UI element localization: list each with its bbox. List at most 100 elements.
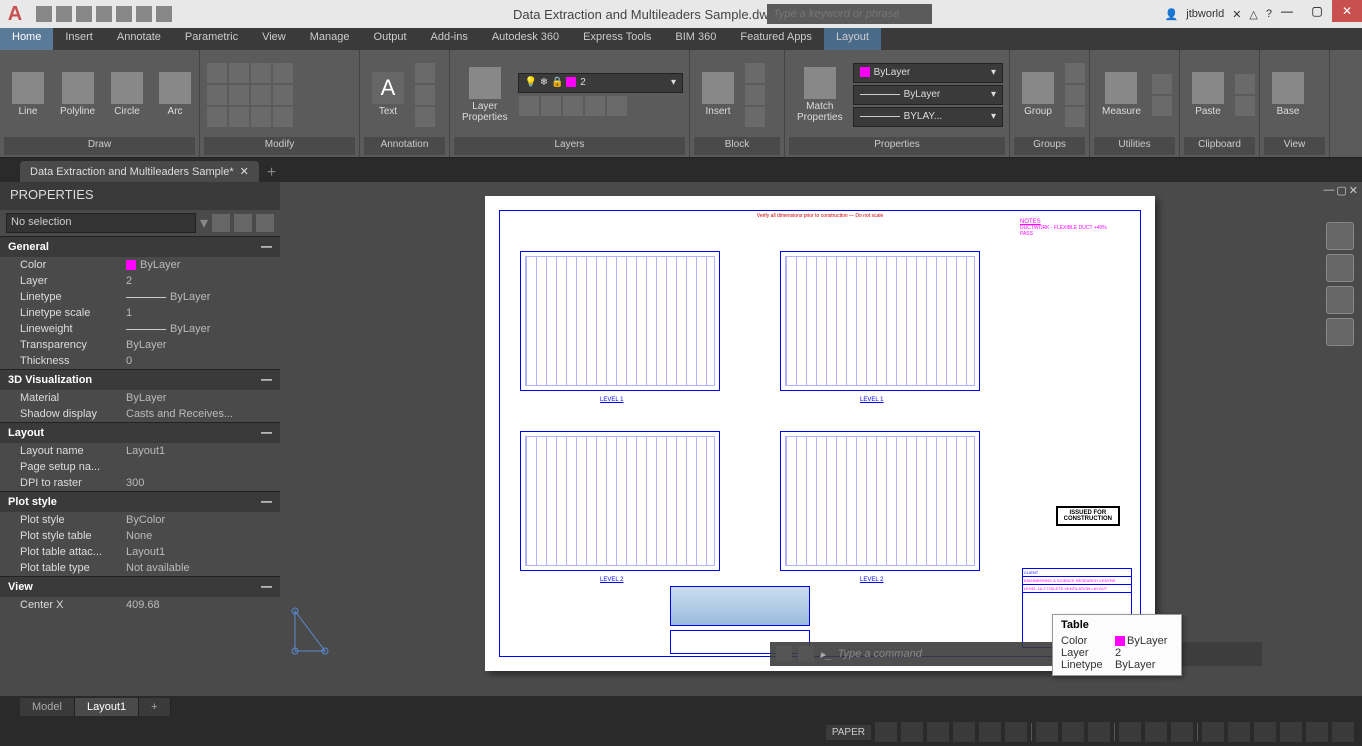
layer-freeze-icon[interactable] — [563, 96, 583, 116]
layer-off-icon[interactable] — [519, 96, 539, 116]
pickadd-icon[interactable] — [234, 214, 252, 232]
insert-button[interactable]: Insert — [696, 70, 740, 119]
quick-select-icon[interactable] — [212, 214, 230, 232]
rotate-icon[interactable] — [229, 63, 249, 83]
search-input[interactable] — [767, 4, 932, 24]
qat-new-icon[interactable] — [36, 6, 52, 22]
menu-parametric[interactable]: Parametric — [173, 28, 250, 50]
osnap-icon[interactable] — [979, 722, 1001, 742]
cut-icon[interactable] — [1235, 74, 1255, 94]
selection-combo[interactable]: No selection — [6, 213, 196, 233]
close-button[interactable]: ✕ — [1332, 0, 1362, 22]
arc-button[interactable]: Arc — [153, 70, 197, 119]
menu-output[interactable]: Output — [362, 28, 419, 50]
calc-icon[interactable] — [1152, 74, 1172, 94]
command-line[interactable]: ▸_ Type a command — [770, 642, 1262, 666]
prop-row[interactable]: Plot table typeNot available — [0, 560, 280, 576]
panel-label-groups[interactable]: Groups — [1014, 137, 1085, 155]
attr-icon[interactable] — [745, 107, 765, 127]
prop-row[interactable]: Plot table attac...Layout1 — [0, 544, 280, 560]
chamfer-icon[interactable] — [273, 85, 293, 105]
layer-lock-icon[interactable] — [585, 96, 605, 116]
layout-tab-layout1[interactable]: Layout1 — [75, 698, 139, 716]
panel-label-view[interactable]: View — [1264, 137, 1325, 155]
space-indicator[interactable]: PAPER — [826, 725, 871, 740]
prop-row[interactable]: Linetype scale1 — [0, 305, 280, 321]
layer-match-icon[interactable] — [607, 96, 627, 116]
document-tab[interactable]: Data Extraction and Multileaders Sample*… — [20, 161, 259, 182]
paste-button[interactable]: Paste — [1186, 70, 1230, 119]
anno-scale-icon[interactable] — [1119, 722, 1141, 742]
zoom-extents-icon[interactable] — [1326, 286, 1354, 314]
hardware-icon[interactable] — [1254, 722, 1276, 742]
trim-icon[interactable] — [251, 63, 271, 83]
minimize-button[interactable]: — — [1272, 0, 1302, 22]
qat-save-icon[interactable] — [76, 6, 92, 22]
prop-row[interactable]: Center X409.68 — [0, 597, 280, 613]
qat-redo-icon[interactable] — [156, 6, 172, 22]
lweight-status-icon[interactable] — [1036, 722, 1058, 742]
prop-row[interactable]: DPI to raster300 — [0, 475, 280, 491]
menu-view[interactable]: View — [250, 28, 298, 50]
select-objects-icon[interactable] — [256, 214, 274, 232]
customize-icon[interactable] — [1332, 722, 1354, 742]
close-tab-icon[interactable]: ✕ — [240, 165, 249, 178]
prop-row[interactable]: ColorByLayer — [0, 257, 280, 273]
add-layout-button[interactable]: + — [139, 698, 170, 716]
panel-label-layers[interactable]: Layers — [454, 137, 685, 155]
menu-manage[interactable]: Manage — [298, 28, 362, 50]
prop-section-layout[interactable]: Layout— — [0, 422, 280, 443]
lock-ui-icon[interactable] — [1228, 722, 1250, 742]
base-button[interactable]: Base — [1266, 70, 1310, 119]
cycling-icon[interactable] — [1088, 722, 1110, 742]
prop-section-plot-style[interactable]: Plot style— — [0, 491, 280, 512]
panel-label-draw[interactable]: Draw — [4, 137, 195, 155]
qat-plot-icon[interactable] — [116, 6, 132, 22]
move-icon[interactable] — [207, 63, 227, 83]
copy-icon[interactable] — [207, 85, 227, 105]
prop-row[interactable]: MaterialByLayer — [0, 390, 280, 406]
prop-section-general[interactable]: General— — [0, 236, 280, 257]
extend-icon[interactable] — [273, 63, 293, 83]
polyline-button[interactable]: Polyline — [54, 70, 101, 119]
mdi-close-icon[interactable]: ✕ — [1349, 184, 1358, 197]
prop-row[interactable]: LineweightByLayer — [0, 321, 280, 337]
panel-label-modify[interactable]: Modify — [204, 137, 355, 155]
prop-section-view[interactable]: View— — [0, 576, 280, 597]
prop-row[interactable]: Plot style tableNone — [0, 528, 280, 544]
group-button[interactable]: Group — [1016, 70, 1060, 119]
workspace-icon[interactable] — [1202, 722, 1224, 742]
prop-row[interactable]: TransparencyByLayer — [0, 337, 280, 353]
prop-row[interactable]: Shadow displayCasts and Receives... — [0, 406, 280, 422]
leader-icon[interactable] — [415, 85, 435, 105]
erase-icon[interactable] — [273, 107, 293, 127]
anno-auto-icon[interactable] — [1171, 722, 1193, 742]
prop-row[interactable]: Plot styleByColor — [0, 512, 280, 528]
app-logo[interactable]: A — [0, 0, 30, 28]
ungroup-icon[interactable] — [1065, 63, 1085, 83]
qat-open-icon[interactable] — [56, 6, 72, 22]
otrack-icon[interactable] — [1005, 722, 1027, 742]
fillet-icon[interactable] — [251, 85, 271, 105]
exchange-icon[interactable]: ✕ — [1232, 8, 1241, 21]
nav-wheel-icon[interactable] — [1326, 222, 1354, 250]
mdi-minimize-icon[interactable]: — — [1323, 184, 1334, 197]
maximize-button[interactable]: ▢ — [1302, 0, 1332, 22]
layout-tab-model[interactable]: Model — [20, 698, 75, 716]
text-button[interactable]: AText — [366, 70, 410, 119]
grid-icon[interactable] — [875, 722, 897, 742]
prop-row[interactable]: Thickness0 — [0, 353, 280, 369]
panel-label-block[interactable]: Block — [694, 137, 780, 155]
panel-label-utilities[interactable]: Utilities — [1094, 137, 1175, 155]
table-icon[interactable] — [415, 107, 435, 127]
group-edit-icon[interactable] — [1065, 85, 1085, 105]
orbit-icon[interactable] — [1326, 318, 1354, 346]
stretch-icon[interactable] — [207, 107, 227, 127]
prop-section-3d-visualization[interactable]: 3D Visualization— — [0, 369, 280, 390]
drawing-canvas[interactable]: Verify all dimensions prior to construct… — [280, 182, 1362, 696]
clean-screen-icon[interactable] — [1306, 722, 1328, 742]
ortho-icon[interactable] — [927, 722, 949, 742]
dim-icon[interactable] — [415, 63, 435, 83]
new-tab-button[interactable]: + — [259, 164, 284, 182]
linetype-combo[interactable]: ByLayer▾ — [853, 85, 1003, 105]
